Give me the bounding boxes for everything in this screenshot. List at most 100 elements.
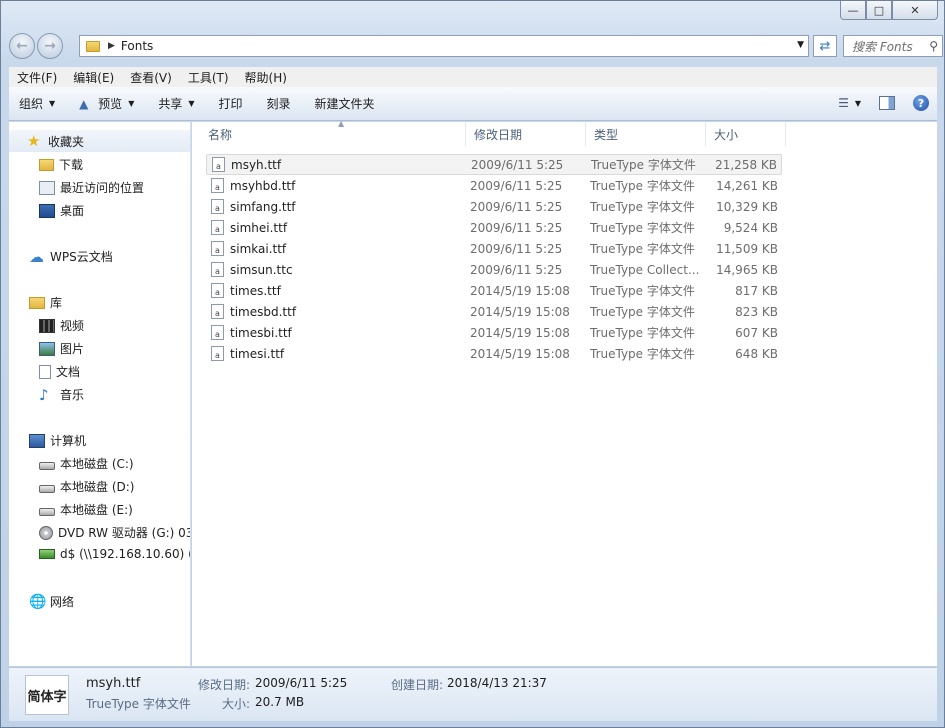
nav-documents[interactable]: 文档 [39,363,80,380]
file-row[interactable]: a simsun.ttc 2009/6/11 5:25 TrueType Col… [206,259,782,280]
file-list: 名称 ▲ 修改日期 类型 大小 a msyh.ttf 2009/6/11 5:2… [192,119,937,666]
file-type: TrueType 字体文件 [591,158,696,172]
file-type: TrueType 字体文件 [590,347,695,361]
file-row[interactable]: a msyhbd.ttf 2009/6/11 5:25 TrueType 字体文… [206,175,782,196]
close-button[interactable]: ✕ [892,1,938,20]
column-header-type[interactable]: 类型 [586,122,706,146]
view-options-chevron-icon[interactable]: ▼ [855,99,861,108]
file-size: 14,261 KB [716,178,778,193]
file-row[interactable]: a timesi.ttf 2014/5/19 15:08 TrueType 字体… [206,343,782,364]
breadcrumb-fonts[interactable]: Fonts [121,39,153,53]
nav-drive-e[interactable]: 本地磁盘 (E:) [39,501,133,518]
file-date: 2014/5/19 15:08 [470,325,570,340]
forward-button[interactable]: → [37,33,63,59]
column-header-name[interactable]: 名称 ▲ [200,119,466,146]
column-name-label: 名称 [208,127,233,142]
nav-recent[interactable]: 最近访问的位置 [39,179,144,196]
file-row[interactable]: a times.ttf 2014/5/19 15:08 TrueType 字体文… [206,280,782,301]
video-icon [39,318,55,333]
change-view-icon[interactable]: ☰ [838,96,849,110]
menu-view[interactable]: 查看(V) [130,69,172,86]
nav-computer-label: 计算机 [50,434,87,448]
file-type: TrueType 字体文件 [590,242,695,256]
nav-network[interactable]: 🌐 网络 [29,593,74,610]
nav-downloads-label: 下载 [59,158,84,172]
address-bar[interactable]: ▶ Fonts ▼ [79,35,809,57]
nav-videos[interactable]: 视频 [39,317,84,334]
search-input[interactable]: 搜索 Fonts ⚲ [843,35,943,57]
file-date: 2014/5/19 15:08 [470,346,570,361]
preview-label: 预览 [98,97,123,111]
file-size: 10,329 KB [716,199,778,214]
dvd-icon [39,525,53,540]
file-row[interactable]: a msyh.ttf 2009/6/11 5:25 TrueType 字体文件 … [206,154,782,175]
nav-wps-cloud[interactable]: ☁ WPS云文档 [29,248,113,265]
nav-music-label: 音乐 [60,388,85,402]
menu-file[interactable]: 文件(F) [17,69,57,86]
help-icon[interactable]: ? [913,95,929,111]
details-modified-value: 2009/6/11 5:25 [255,676,348,690]
share-button[interactable]: 共享 ▼ [158,95,194,112]
preview-button[interactable]: ▲ 预览 ▼ [79,95,134,112]
file-row[interactable]: a simkai.ttf 2009/6/11 5:25 TrueType 字体文… [206,238,782,259]
nav-pictures[interactable]: 图片 [39,340,84,357]
navigation-row: ← → ▶ Fonts ▼ ⇄ 搜索 Fonts ⚲ [9,33,943,59]
address-dropdown-icon[interactable]: ▼ [797,40,804,50]
new-folder-label: 新建文件夹 [314,97,375,111]
column-header-size[interactable]: 大小 [706,122,786,146]
refresh-icon: ⇄ [819,38,831,54]
search-icon[interactable]: ⚲ [929,39,938,53]
preview-pane-icon[interactable] [879,96,895,110]
file-row[interactable]: a timesbi.ttf 2014/5/19 15:08 TrueType 字… [206,322,782,343]
file-size: 607 KB [735,325,778,340]
nav-desktop[interactable]: 桌面 [39,202,84,219]
menu-help[interactable]: 帮助(H) [245,69,287,86]
network-icon: 🌐 [29,593,47,610]
column-date-label: 修改日期 [474,127,523,142]
breadcrumb-chevron-icon[interactable]: ▶ [108,41,115,51]
font-file-icon: a [211,199,224,214]
back-arrow-icon: ← [16,38,28,54]
burn-button[interactable]: 刻录 [267,95,291,112]
nav-drive-c-label: 本地磁盘 (C:) [60,457,134,471]
file-name: msyh.ttf [231,157,282,172]
file-date: 2014/5/19 15:08 [470,304,570,319]
maximize-icon: □ [873,3,885,17]
nav-downloads[interactable]: 下载 [39,156,83,173]
minimize-button[interactable]: — [840,1,866,20]
chevron-down-icon: ▼ [128,99,135,108]
organize-button[interactable]: 组织 ▼ [19,95,55,112]
details-file-type: TrueType 字体文件 [86,697,191,711]
back-button[interactable]: ← [9,33,35,59]
new-folder-button[interactable]: 新建文件夹 [315,95,375,112]
folder-icon [86,40,100,52]
nav-recent-label: 最近访问的位置 [60,181,145,195]
preview-icon: ▲ [79,96,89,111]
print-button[interactable]: 打印 [219,95,243,112]
nav-dvd-drive[interactable]: DVD RW 驱动器 (G:) 03 [39,524,190,541]
nav-network-drive[interactable]: d$ (\\192.168.10.60) (Z [39,547,190,561]
file-row[interactable]: a simfang.ttf 2009/6/11 5:25 TrueType 字体… [206,196,782,217]
nav-libraries-label: 库 [50,296,63,310]
forward-arrow-icon: → [44,38,56,54]
star-icon: ★ [27,132,41,150]
file-row[interactable]: a simhei.ttf 2009/6/11 5:25 TrueType 字体文… [206,217,782,238]
menu-edit[interactable]: 编辑(E) [73,69,114,86]
refresh-button[interactable]: ⇄ [813,35,837,57]
file-row[interactable]: a timesbd.ttf 2014/5/19 15:08 TrueType 字… [206,301,782,322]
nav-computer[interactable]: 计算机 [29,432,86,449]
document-icon [39,364,51,379]
menu-tools[interactable]: 工具(T) [188,69,229,86]
file-size: 648 KB [735,346,778,361]
nav-drive-d[interactable]: 本地磁盘 (D:) [39,478,134,495]
font-file-icon: a [212,157,225,172]
nav-music[interactable]: ♪ 音乐 [39,386,84,403]
nav-drive-c[interactable]: 本地磁盘 (C:) [39,455,134,472]
maximize-button[interactable]: □ [866,1,892,20]
nav-videos-label: 视频 [60,319,85,333]
column-header-date[interactable]: 修改日期 [466,122,586,146]
details-created-label: 创建日期: [391,678,444,692]
font-file-icon: a [211,346,224,361]
nav-libraries[interactable]: 库 [29,294,62,311]
nav-favorites[interactable]: ★ 收藏夹 [9,130,190,152]
